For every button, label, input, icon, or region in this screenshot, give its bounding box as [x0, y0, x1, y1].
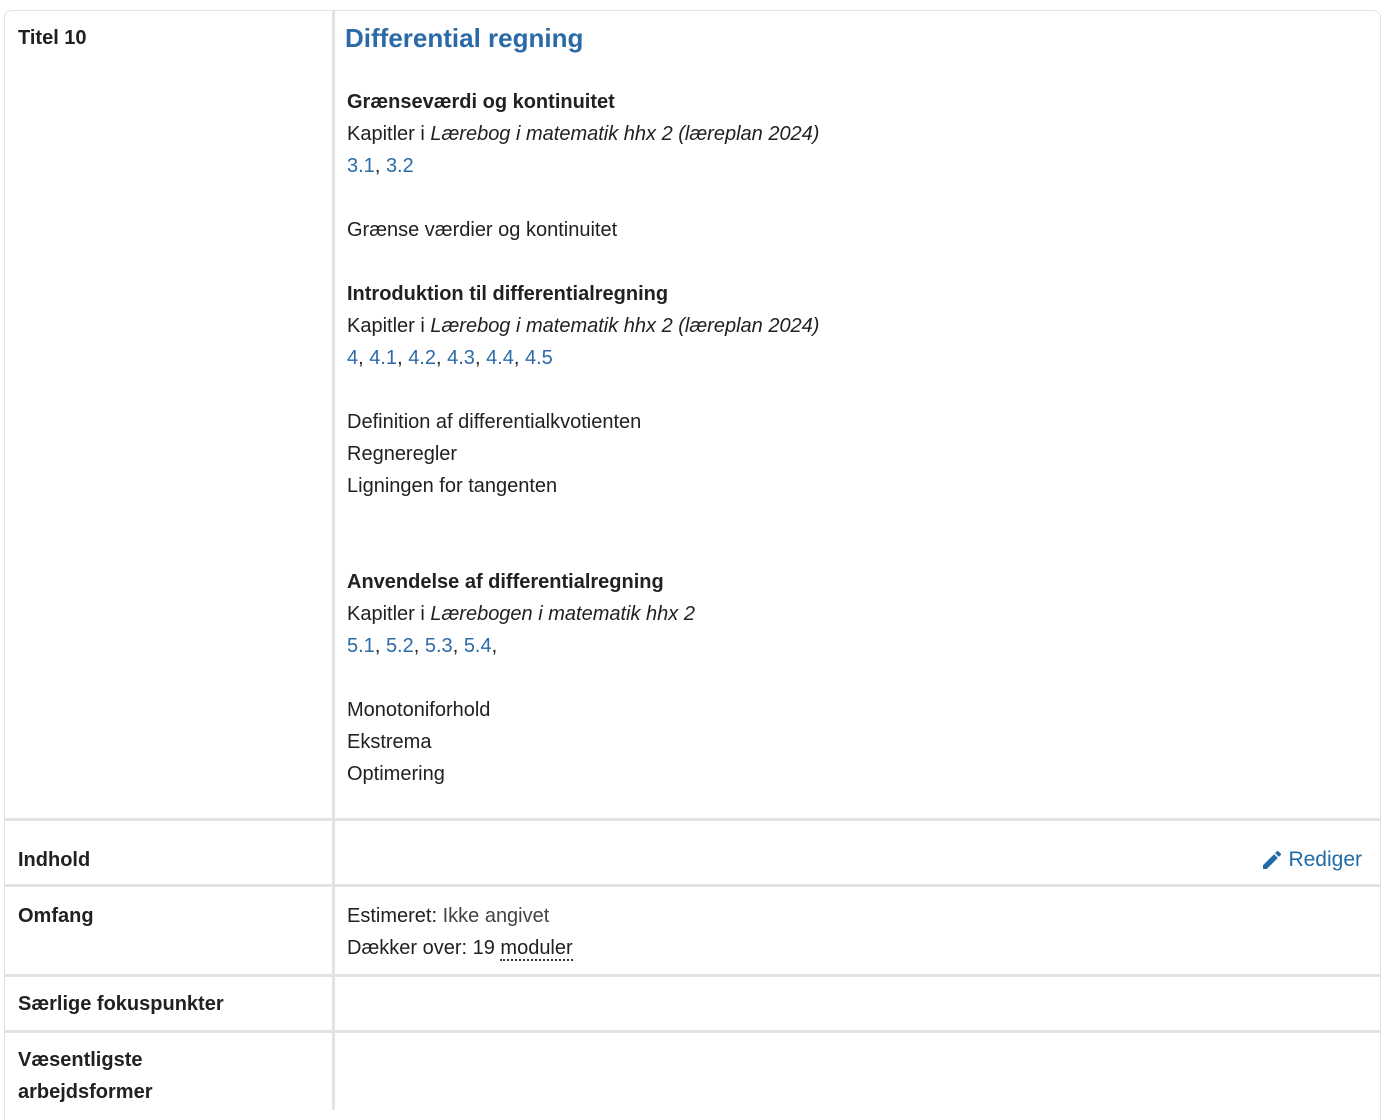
note-text: Monotoniforhold	[347, 699, 491, 721]
section-graenseverdi: Grænseværdi og kontinuitet Kapitler i Læ…	[347, 86, 1347, 182]
row-indhold	[5, 818, 1380, 884]
estimated-line: Estimeret: Ikke angivet	[347, 900, 549, 932]
covers-prefix: Dækker over:	[347, 937, 473, 959]
book-title: Lærebogen i matematik hhx 2	[430, 603, 695, 625]
chapter-link[interactable]: 5.4	[464, 635, 492, 657]
note-text: Grænse værdier og kontinuitet	[347, 219, 618, 241]
covers-count: 19	[472, 937, 495, 959]
row-label-fokus: Særlige fokuspunkter	[18, 993, 224, 1015]
chapter-link[interactable]: 5.1	[347, 635, 375, 657]
book-reference: Kapitler i Lærebog i matematik hhx 2 (læ…	[347, 310, 1347, 342]
chapter-link[interactable]: 4.1	[369, 347, 397, 369]
row-label-indhold: Indhold	[18, 849, 91, 871]
section-heading: Anvendelse af differentialregning	[347, 571, 664, 593]
row-label-omfang: Omfang	[18, 905, 94, 927]
book-prefix: Kapitler i	[347, 315, 431, 337]
chapter-links: 3.1, 3.2	[347, 155, 414, 177]
note-text: Definition af differentialkvotienten	[347, 411, 642, 433]
covers-unit-abbr[interactable]: moduler	[500, 937, 573, 961]
row-omfang	[5, 884, 1380, 976]
note-text: Ekstrema	[347, 731, 432, 753]
note-text: Optimering	[347, 763, 445, 785]
estimated-prefix: Estimeret:	[347, 905, 443, 927]
estimated-value: Ikke angivet	[442, 905, 550, 927]
book-prefix: Kapitler i	[347, 603, 431, 625]
chapter-links: 5.1, 5.2, 5.3, 5.4,	[347, 635, 498, 657]
book-title: Lærebog i matematik hhx 2 (læreplan 2024…	[430, 123, 820, 145]
chapter-link[interactable]: 3.1	[347, 155, 375, 177]
book-prefix: Kapitler i	[347, 123, 431, 145]
chapter-link[interactable]: 4.5	[525, 347, 553, 369]
section-heading: Grænseværdi og kontinuitet	[347, 91, 615, 113]
book-reference: Kapitler i Lærebog i matematik hhx 2 (læ…	[347, 118, 1347, 150]
chapter-link[interactable]: 4.3	[447, 347, 475, 369]
book-title: Lærebog i matematik hhx 2 (læreplan 2024…	[430, 315, 820, 337]
chapter-link[interactable]: 5.2	[386, 635, 414, 657]
covers-line: Dækker over: 19 moduler	[347, 932, 573, 964]
chapter-link[interactable]: 3.2	[386, 155, 414, 177]
label-line: Væsentligste	[18, 1049, 143, 1071]
pencil-icon	[1260, 848, 1284, 872]
edit-button[interactable]: Rediger	[1260, 842, 1362, 878]
edit-label: Rediger	[1288, 848, 1362, 871]
chapter-link[interactable]: 4	[347, 347, 358, 369]
section-introduktion: Introduktion til differentialregning Kap…	[347, 278, 1347, 374]
row-arbejdsformer	[5, 1030, 1380, 1110]
label-line: arbejdsformer	[18, 1081, 153, 1103]
row-label-arbejdsformer: Væsentligste arbejdsformer	[18, 1044, 153, 1108]
note-text: Ligningen for tangenten	[347, 475, 558, 497]
chapter-link[interactable]: 4.4	[486, 347, 514, 369]
unit-title: Differential regning	[345, 23, 584, 53]
chapter-links: 4, 4.1, 4.2, 4.3, 4.4, 4.5	[347, 347, 553, 369]
chapter-link[interactable]: 4.2	[408, 347, 436, 369]
chapter-link[interactable]: 5.3	[425, 635, 453, 657]
trailing-comma: ,	[491, 635, 498, 657]
book-reference: Kapitler i Lærebogen i matematik hhx 2	[347, 598, 1347, 630]
section-heading: Introduktion til differentialregning	[347, 283, 669, 305]
section-anvendelse: Anvendelse af differentialregning Kapitl…	[347, 566, 1347, 662]
row-label-titel: Titel 10	[18, 27, 87, 49]
note-text: Regneregler	[347, 443, 458, 465]
